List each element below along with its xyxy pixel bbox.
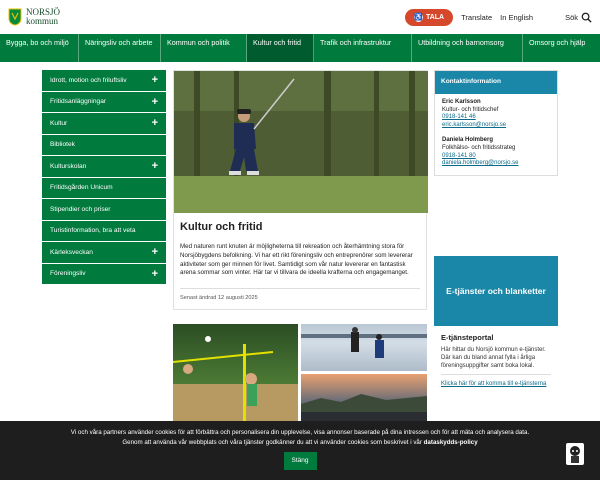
eservice-link[interactable]: Klicka här för att komma till e-tjänster… xyxy=(441,374,551,388)
expand-icon[interactable]: + xyxy=(152,268,158,280)
main-navigation: Bygga, bo och miljö Näringsliv och arbet… xyxy=(0,34,600,62)
nav-kommun-politik[interactable]: Kommun och politik xyxy=(161,34,247,62)
search-icon xyxy=(581,12,592,23)
expand-icon[interactable]: + xyxy=(152,74,158,86)
site-header: NORSJÖ kommun ♿ TALA Translate In Englis… xyxy=(0,0,600,34)
tala-button[interactable]: ♿ TALA xyxy=(404,8,454,26)
nav-trafik-infrastruktur[interactable]: Trafik och infrastruktur xyxy=(314,34,412,62)
sunset-lake-photo xyxy=(301,374,427,422)
logo-wordmark: NORSJÖ kommun xyxy=(26,7,61,26)
ice-hockey-photo xyxy=(301,324,427,371)
nav-bygga-bo-miljo[interactable]: Bygga, bo och miljö xyxy=(0,34,79,62)
contact-name: Eric Karlsson xyxy=(442,99,481,105)
page-title: Kultur och fritid xyxy=(180,221,263,233)
sidebar-item-kultur[interactable]: Kultur + xyxy=(42,113,166,135)
sidebar-item-bibliotek[interactable]: Bibliotek xyxy=(42,134,166,156)
last-updated: Senast ändrad 12 augusti 2025 xyxy=(180,288,420,309)
sidebar-item-stipendier[interactable]: Stipendier och priser xyxy=(42,199,166,221)
accessibility-widget-icon[interactable] xyxy=(566,443,584,465)
sidebar-item-foreningsliv[interactable]: Föreningsliv + xyxy=(42,263,166,285)
sidebar-item-karleksveckan[interactable]: Kärleksveckan + xyxy=(42,242,166,264)
sidebar-item-kulturskolan[interactable]: Kulturskolan + xyxy=(42,156,166,178)
nav-omsorg-hjalp[interactable]: Omsorg och hjälp xyxy=(523,34,600,62)
contact-panel: Kontaktinformation Eric Karlsson Kultur-… xyxy=(434,70,558,176)
contact-person: Eric Karlsson Kultur- och fritidschef 09… xyxy=(435,94,557,132)
sidebar-item-fritidsanlaggningar[interactable]: Fritidsanläggningar + xyxy=(42,91,166,113)
accessibility-icon: ♿ xyxy=(413,12,423,22)
eservice-title: E-tjänsteportal xyxy=(441,333,494,342)
cookie-banner: Vi och våra partners använder cookies fö… xyxy=(0,421,600,480)
contact-phone-link[interactable]: 0918-141 80 xyxy=(442,153,550,161)
article-body: Med naturen runt knuten är möjligheterna… xyxy=(180,243,413,277)
translate-link[interactable]: Translate xyxy=(461,13,492,22)
expand-icon[interactable]: + xyxy=(152,117,158,129)
site-logo[interactable]: NORSJÖ kommun xyxy=(8,8,60,26)
volleyball-photo xyxy=(173,324,298,422)
nav-naringsliv-arbete[interactable]: Näringsliv och arbete xyxy=(79,34,161,62)
eservice-text: Här hittar du Norsjö kommun e-tjänster. … xyxy=(441,347,546,369)
hero-image-golfer xyxy=(174,71,428,213)
expand-icon[interactable]: + xyxy=(152,160,158,172)
expand-icon[interactable]: + xyxy=(152,246,158,258)
photo-gallery xyxy=(173,324,427,422)
golfer-photo xyxy=(174,71,428,213)
contact-name: Daniela Holmberg xyxy=(442,137,494,144)
contact-phone-link[interactable]: 0918-141 46 xyxy=(442,114,550,122)
close-cookie-button[interactable]: Stäng xyxy=(283,452,317,470)
eservice-banner[interactable]: E-tjänster och blanketter xyxy=(434,256,558,326)
nav-kultur-fritid[interactable]: Kultur och fritid xyxy=(247,34,314,62)
expand-icon[interactable]: + xyxy=(152,96,158,108)
nav-utbildning-barnomsorg[interactable]: Utbildning och barnomsorg xyxy=(412,34,523,62)
search-button[interactable]: Sök xyxy=(565,12,592,23)
privacy-policy-link[interactable]: dataskydds-policy xyxy=(424,439,478,446)
contact-role: Kultur- och fritidschef xyxy=(442,106,499,113)
contact-email-link[interactable]: daniela.holmberg@norsjo.se xyxy=(442,160,550,168)
sidebar-item-turistinformation[interactable]: Turistinformation, bra att veta xyxy=(42,220,166,242)
main-article: Kultur och fritid Med naturen runt knute… xyxy=(173,70,428,311)
contact-email-link[interactable]: eric.karlsson@norsjo.se xyxy=(442,122,550,130)
sidebar-item-fritidsgarden[interactable]: Fritidsgården Unicum xyxy=(42,177,166,199)
section-sidebar: Idrott, motion och friluftsliv + Fritidsa… xyxy=(42,70,166,285)
contact-role: Folkhälso- och fritidsstrateg xyxy=(442,144,516,151)
coat-of-arms-icon xyxy=(8,8,22,26)
contact-heading: Kontaktinformation xyxy=(435,71,557,94)
english-link[interactable]: In English xyxy=(500,13,533,22)
contact-person: Daniela Holmberg Folkhälso- och fritidss… xyxy=(435,132,557,174)
eservice-portal-card: E-tjänsteportal Här hittar du Norsjö kom… xyxy=(434,326,558,394)
sidebar-item-idrott[interactable]: Idrott, motion och friluftsliv + xyxy=(42,70,166,92)
